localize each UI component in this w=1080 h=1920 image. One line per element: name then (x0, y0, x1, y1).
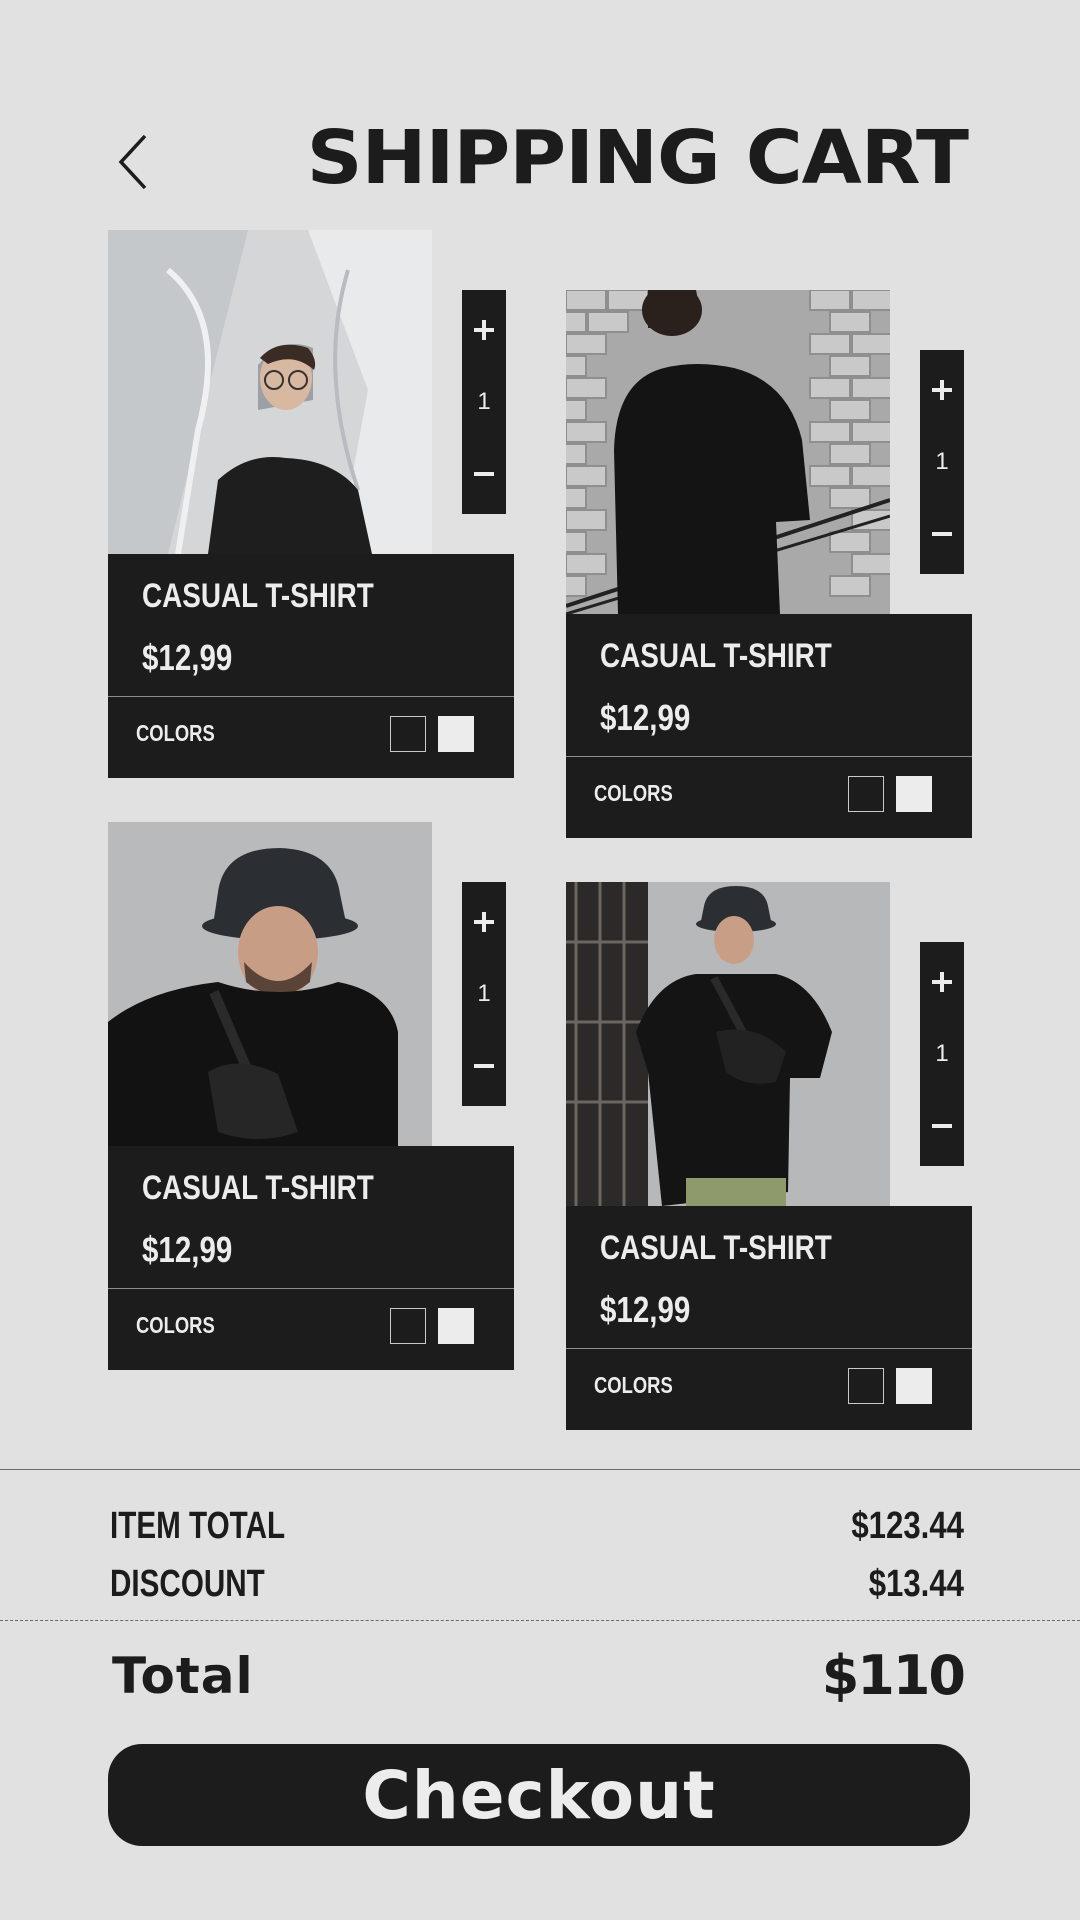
product-photo (566, 290, 890, 614)
discount-label: DISCOUNT (110, 1563, 265, 1605)
minus-icon (932, 1124, 952, 1128)
decrease-quantity-button[interactable] (462, 452, 506, 496)
plus-icon (932, 972, 952, 992)
increase-quantity-button[interactable] (462, 308, 506, 352)
checkout-button[interactable]: Checkout (108, 1744, 970, 1846)
quantity-value: 1 (477, 388, 491, 415)
plus-icon (474, 912, 494, 932)
color-swatch-black[interactable] (390, 1308, 426, 1344)
color-swatch-black[interactable] (848, 1368, 884, 1404)
color-swatch-white[interactable] (896, 1368, 932, 1404)
back-button[interactable] (108, 130, 158, 194)
product-photo (108, 230, 432, 554)
product-price: $12,99 (142, 637, 233, 678)
total-label: Total (112, 1647, 254, 1705)
colors-label: COLORS (594, 1372, 673, 1398)
color-swatch-white[interactable] (438, 716, 474, 752)
product-price: $12,99 (600, 1289, 691, 1330)
product-name: CASUAL T-SHIRT (600, 1229, 832, 1267)
quantity-stepper: 1 (462, 882, 506, 1106)
quantity-value: 1 (477, 980, 491, 1007)
increase-quantity-button[interactable] (462, 900, 506, 944)
decrease-quantity-button[interactable] (920, 1104, 964, 1148)
product-info: CASUAL T-SHIRT $12,99 COLORS (566, 614, 972, 838)
minus-icon (474, 1064, 494, 1068)
quantity-stepper: 1 (920, 942, 964, 1166)
divider (566, 1348, 972, 1349)
increase-quantity-button[interactable] (920, 960, 964, 1004)
quantity-stepper: 1 (462, 290, 506, 514)
page-title: SHIPPING CART (306, 115, 969, 201)
color-swatch-white[interactable] (896, 776, 932, 812)
product-price: $12,99 (600, 697, 691, 738)
total-divider (0, 1620, 1080, 1621)
color-swatch-black[interactable] (390, 716, 426, 752)
color-swatch-white[interactable] (438, 1308, 474, 1344)
decrease-quantity-button[interactable] (920, 512, 964, 556)
product-card: 1 CASUAL T-SHIRT $12,99 COLORS (566, 290, 1080, 850)
increase-quantity-button[interactable] (920, 368, 964, 412)
decrease-quantity-button[interactable] (462, 1044, 506, 1088)
product-photo (108, 822, 432, 1146)
product-name: CASUAL T-SHIRT (600, 637, 832, 675)
divider (108, 1288, 514, 1289)
product-name: CASUAL T-SHIRT (142, 1169, 374, 1207)
product-photo (566, 882, 890, 1206)
plus-icon (932, 380, 952, 400)
minus-icon (474, 472, 494, 476)
product-price: $12,99 (142, 1229, 233, 1270)
color-swatch-black[interactable] (848, 776, 884, 812)
minus-icon (932, 532, 952, 536)
checkout-button-label: Checkout (362, 1756, 716, 1834)
quantity-stepper: 1 (920, 350, 964, 574)
discount-value: $13.44 (868, 1563, 964, 1605)
total-value: $110 (821, 1644, 966, 1707)
colors-label: COLORS (136, 720, 215, 746)
quantity-value: 1 (935, 448, 949, 475)
product-name: CASUAL T-SHIRT (142, 577, 374, 615)
quantity-value: 1 (935, 1040, 949, 1067)
product-info: CASUAL T-SHIRT $12,99 COLORS (566, 1206, 972, 1430)
chevron-left-icon (118, 134, 147, 190)
divider (566, 756, 972, 757)
product-info: CASUAL T-SHIRT $12,99 COLORS (108, 1146, 514, 1370)
product-info: CASUAL T-SHIRT $12,99 COLORS (108, 554, 514, 778)
summary-divider (0, 1469, 1080, 1470)
colors-label: COLORS (136, 1312, 215, 1338)
product-card: 1 CASUAL T-SHIRT $12,99 COLORS (566, 882, 1080, 1442)
colors-label: COLORS (594, 780, 673, 806)
plus-icon (474, 320, 494, 340)
divider (108, 696, 514, 697)
item-total-value: $123.44 (851, 1505, 964, 1547)
item-total-label: ITEM TOTAL (110, 1505, 286, 1547)
